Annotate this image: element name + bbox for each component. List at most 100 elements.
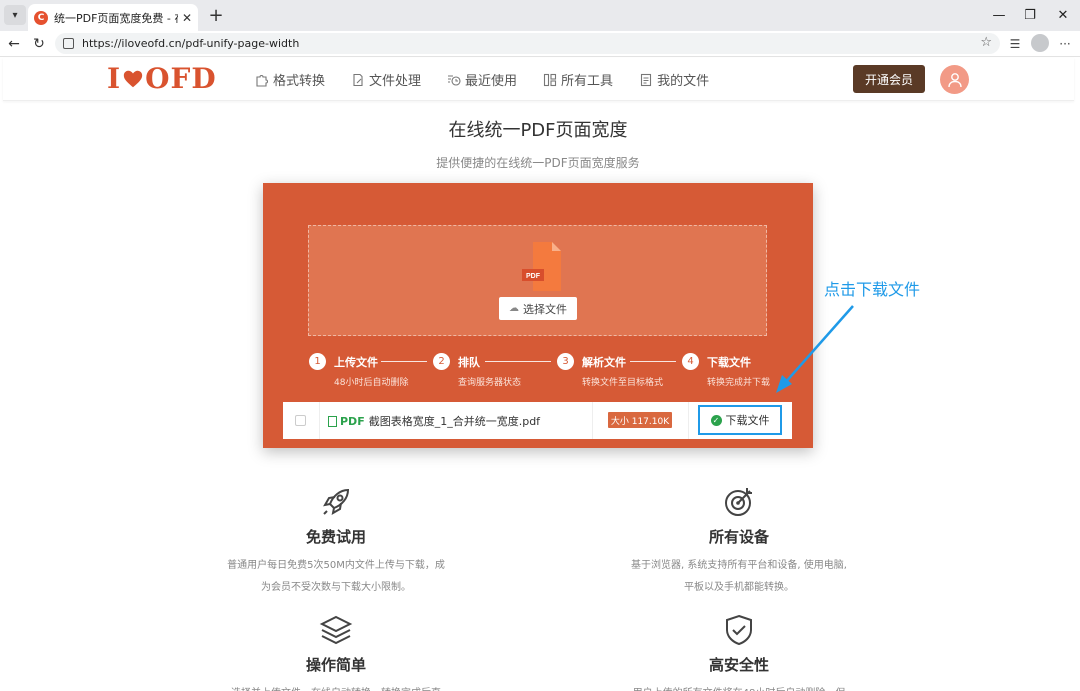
clock-list-icon: [448, 74, 461, 86]
nav-my-files[interactable]: 我的文件: [639, 70, 709, 89]
site-info-icon[interactable]: [63, 38, 74, 49]
feature-desc: 用户上传的所有文件将在48小时后自动删除，保: [619, 683, 859, 691]
new-tab-icon[interactable]: +: [205, 4, 227, 26]
rocket-icon: [323, 488, 350, 515]
tab-close-icon[interactable]: ✕: [182, 11, 192, 25]
address-bar: ← ↻ https://iloveofd.cn/pdf-unify-page-w…: [0, 31, 1080, 57]
feature-desc-line: 普通用户每日免费5次50M内文件上传与下载，成: [227, 560, 445, 571]
main-nav: 格式转换 文件处理 最近使用 所有工具 我的文件: [255, 70, 735, 89]
nav-all-tools[interactable]: 所有工具: [543, 70, 613, 89]
heart-icon: [123, 70, 143, 87]
file-name-cell: PDF 截图表格宽度_1_合并统一宽度.pdf: [328, 413, 540, 429]
step-number: 1: [309, 353, 326, 370]
nav-label: 最近使用: [465, 74, 518, 89]
file-dropzone[interactable]: PDF ☁ 选择文件: [308, 225, 767, 336]
nav-format-convert[interactable]: 格式转换: [255, 70, 325, 89]
row-divider: [319, 402, 320, 439]
feature-desc-line: 平板以及手机都能转换。: [684, 582, 794, 593]
grid-icon: [543, 73, 557, 86]
feature-title: 高安全性: [708, 656, 769, 674]
feature-title: 所有设备: [708, 528, 769, 546]
select-file-label: 选择文件: [523, 302, 567, 316]
feature-free-trial: 免费试用 普通用户每日免费5次50M内文件上传与下载，成 为会员不受次数与下载大…: [216, 484, 456, 599]
step-divider: [485, 361, 551, 362]
feature-security: 高安全性 用户上传的所有文件将在48小时后自动删除，保: [619, 612, 859, 691]
file-name: 截图表格宽度_1_合并统一宽度.pdf: [368, 415, 541, 428]
feature-desc: 普通用户每日免费5次50M内文件上传与下载，成 为会员不受次数与下载大小限制。: [216, 555, 456, 599]
step-desc: 48小时后自动删除: [334, 378, 409, 388]
favicon-icon: C: [34, 10, 48, 25]
annotation-text: 点击下载文件: [824, 280, 921, 299]
nav-label: 我的文件: [657, 74, 710, 89]
feature-title: 免费试用: [305, 528, 366, 546]
step-number: 2: [433, 353, 450, 370]
nav-recent[interactable]: 最近使用: [447, 70, 517, 89]
feature-desc-line: 用户上传的所有文件将在48小时后自动删除，保: [619, 683, 859, 691]
layers-icon: [319, 615, 353, 645]
step-label: 下载文件: [707, 356, 751, 369]
step-number: 3: [557, 353, 574, 370]
favorites-list-icon[interactable]: ☰: [1005, 34, 1025, 54]
feature-easy: 操作简单 选择并上传文件，在线自动转换，转换完成后直: [216, 612, 456, 691]
close-window-icon[interactable]: ✕: [1048, 5, 1078, 25]
step-label: 上传文件: [334, 356, 378, 369]
url-field[interactable]: https://iloveofd.cn/pdf-unify-page-width…: [55, 33, 1000, 54]
annotation-arrow-icon: [776, 305, 854, 393]
file-type: PDF: [340, 414, 365, 428]
step-divider: [630, 361, 676, 362]
site-logo[interactable]: I OFD: [107, 62, 217, 95]
feature-desc-line: 为会员不受次数与下载大小限制。: [261, 582, 411, 593]
feature-desc-line: 基于浏览器, 系统支持所有平台和设备, 使用电脑,: [631, 560, 847, 571]
vip-button[interactable]: 开通会员: [853, 65, 925, 93]
download-file-button[interactable]: ✓ 下载文件: [698, 405, 782, 435]
tab-actions-icon[interactable]: ▾: [4, 5, 26, 25]
step-divider: [381, 361, 427, 362]
step-label: 排队: [458, 356, 480, 369]
page-subtitle: 提供便捷的在线统一PDF页面宽度服务: [436, 156, 640, 170]
feature-all-devices: 所有设备 基于浏览器, 系统支持所有平台和设备, 使用电脑, 平板以及手机都能转…: [619, 484, 859, 599]
user-avatar-icon[interactable]: [940, 65, 969, 94]
pdf-doc-icon: [328, 415, 337, 427]
feature-title: 操作简单: [305, 656, 366, 674]
back-icon[interactable]: ←: [4, 34, 24, 54]
url-text: https://iloveofd.cn/pdf-unify-page-width: [82, 37, 300, 50]
nav-file-process[interactable]: 文件处理: [351, 70, 421, 89]
restore-icon[interactable]: ❐: [1015, 5, 1045, 25]
shield-check-icon: [726, 614, 752, 646]
row-divider: [592, 402, 593, 439]
target-icon: [725, 488, 752, 516]
pdf-icon-label: PDF: [526, 273, 541, 280]
favorite-star-icon[interactable]: ☆: [980, 35, 992, 50]
browser-tab-bar: ▾ C 统一PDF页面宽度免费 - 在线统一F ✕ + — ❐ ✕: [0, 0, 1080, 31]
tab-title: 统一PDF页面宽度免费 - 在线统一F: [54, 11, 178, 25]
nav-label: 格式转换: [273, 74, 326, 89]
feature-desc: 基于浏览器, 系统支持所有平台和设备, 使用电脑, 平板以及手机都能转换。: [619, 555, 859, 599]
pdf-file-icon: PDF: [522, 242, 561, 291]
tool-panel: PDF ☁ 选择文件 1 上传文件 48小时后自动删除 2 排队 查询服务器状态…: [263, 183, 813, 448]
row-divider: [688, 402, 689, 439]
pdf-type-tag: PDF: [328, 415, 365, 428]
step-number: 4: [682, 353, 699, 370]
select-file-button[interactable]: ☁ 选择文件: [499, 297, 577, 320]
feature-desc: 选择并上传文件，在线自动转换，转换完成后直: [216, 683, 456, 691]
file-edit-icon: [353, 73, 363, 86]
profile-avatar-icon[interactable]: [1031, 34, 1049, 52]
download-label: 下载文件: [725, 414, 770, 427]
cloud-upload-icon: ☁: [509, 303, 519, 314]
check-circle-icon: ✓: [710, 414, 722, 426]
refresh-icon[interactable]: ↻: [29, 34, 49, 54]
logo-text-right: OFD: [145, 62, 217, 95]
more-menu-icon[interactable]: ···: [1055, 34, 1075, 54]
file-row: PDF 截图表格宽度_1_合并统一宽度.pdf 大小 117.10K ✓ 下载文…: [283, 402, 792, 439]
minimize-icon[interactable]: —: [984, 5, 1014, 25]
puzzle-icon: [256, 74, 268, 87]
file-checkbox[interactable]: [295, 415, 306, 426]
logo-text-left: I: [107, 62, 122, 95]
step-label: 解析文件: [582, 356, 626, 369]
file-size-badge: 大小 117.10K: [608, 412, 672, 428]
step-desc: 转换文件至目标格式: [582, 378, 664, 388]
browser-tab[interactable]: C 统一PDF页面宽度免费 - 在线统一F ✕: [28, 4, 198, 31]
page-title: 在线统一PDF页面宽度: [448, 120, 628, 141]
nav-label: 文件处理: [369, 74, 422, 89]
user-icon: [947, 72, 962, 87]
